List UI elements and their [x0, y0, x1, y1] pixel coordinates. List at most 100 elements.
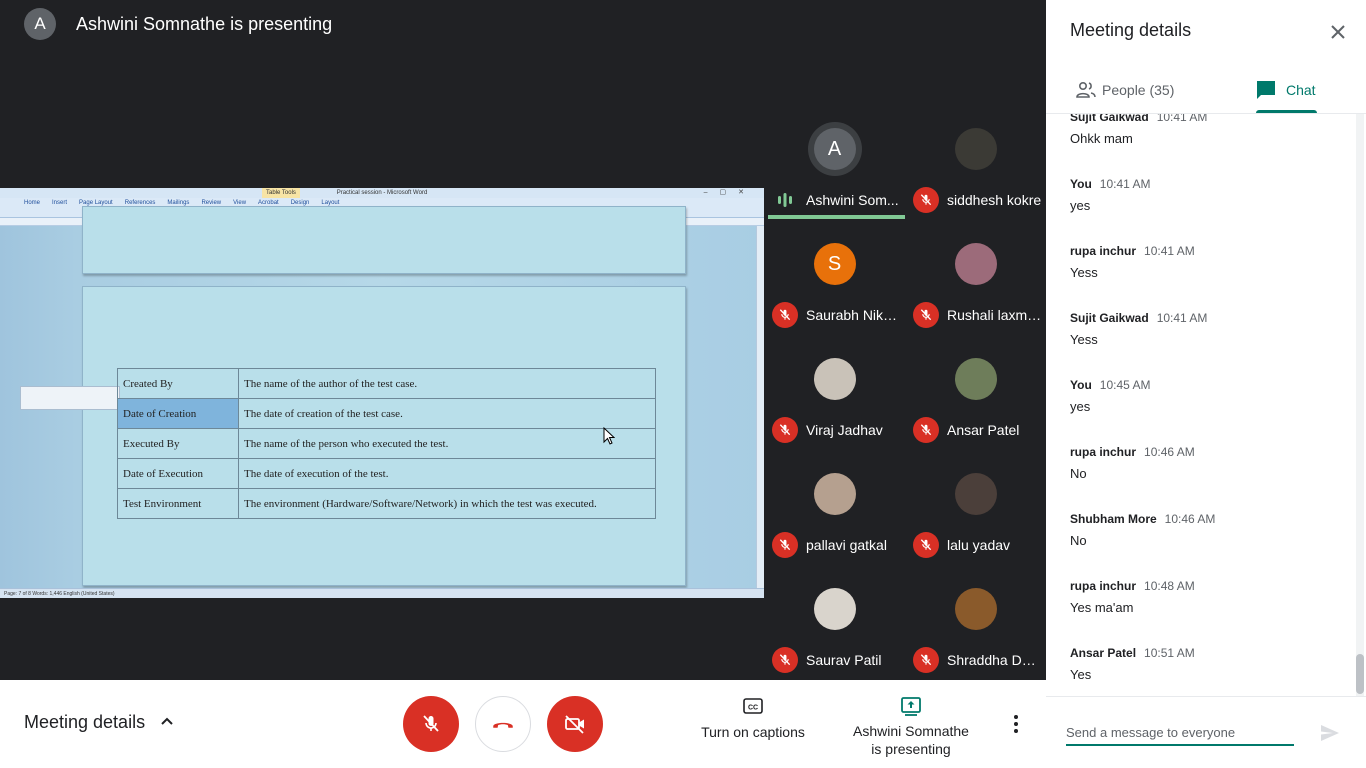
table-tools-label: Table Tools: [262, 188, 300, 198]
tab-chat[interactable]: Chat: [1254, 78, 1316, 102]
participant-name-row: Ansar Patel: [913, 417, 1042, 443]
mic-off-icon: [772, 647, 798, 673]
panel-title: Meeting details: [1070, 20, 1192, 40]
mic-off-icon: [913, 647, 939, 673]
participant-name-row: Saurabh Nikam: [772, 302, 901, 328]
document-table-row: Created By The name of the author of the …: [117, 368, 656, 399]
document-table-row: Executed By The name of the person who ex…: [117, 428, 656, 459]
microphone-toggle-button[interactable]: [403, 696, 459, 752]
send-message-button[interactable]: [1318, 722, 1342, 744]
chat-message: rupa inchur 10:46 AM No: [1070, 445, 1340, 481]
participant-tile[interactable]: Shraddha Doke: [905, 564, 1046, 679]
chat-scrollbar[interactable]: [1356, 114, 1364, 696]
participant-name: Saurav Patil: [806, 652, 882, 668]
participant-tile[interactable]: S Saurabh Nikam: [764, 219, 905, 334]
captions-label: Turn on captions: [701, 724, 805, 740]
participant-tile[interactable]: A Ashwini Som...: [764, 104, 905, 219]
participant-avatar: [954, 358, 997, 400]
participant-tile[interactable]: pallavi gatkal: [764, 449, 905, 564]
chat-sender: Sujit Gaikwad: [1070, 311, 1149, 325]
participant-name: Ansar Patel: [947, 422, 1020, 438]
mic-off-icon: [913, 417, 939, 443]
tab-people-label: People (35): [1102, 82, 1175, 98]
participant-name: Saurabh Nikam: [806, 307, 901, 323]
chat-sender: rupa inchur: [1070, 579, 1137, 593]
participant-name-row: siddhesh kokre: [913, 187, 1042, 213]
participant-name: lalu yadav: [947, 537, 1011, 553]
mini-format-toolbar: [20, 386, 120, 410]
document-table-row: Date of Creation The date of creation of …: [117, 398, 656, 429]
hang-up-icon: [493, 722, 513, 728]
ribbon-tab: Insert: [52, 200, 68, 206]
document-table-row: Test Environment The environment (Hardwar…: [117, 488, 656, 519]
word-status-bar: Page: 7 of 8 Words: 1,446 English (Unite…: [0, 588, 764, 598]
svg-text:CC: CC: [748, 705, 758, 712]
chat-timestamp: 10:48 AM: [1144, 579, 1195, 593]
presenting-button[interactable]: Ashwini Somnathe is presenting: [850, 694, 972, 758]
participant-tile[interactable]: Saurav Patil: [764, 564, 905, 679]
close-panel-button[interactable]: [1326, 20, 1350, 44]
mic-off-icon: [423, 715, 439, 732]
chat-message-input[interactable]: [1066, 720, 1294, 746]
camera-toggle-button[interactable]: [547, 696, 603, 752]
participant-avatar: [954, 473, 997, 515]
table-field-cell: Date of Creation: [117, 398, 239, 429]
participant-tile[interactable]: lalu yadav: [905, 449, 1046, 564]
chat-timestamp: 10:51 AM: [1144, 646, 1195, 660]
chat-message-text: Yess: [1070, 265, 1098, 280]
chat-message-text: yes: [1070, 399, 1091, 414]
chat-sender: rupa inchur: [1070, 445, 1137, 459]
meeting-details-toggle[interactable]: Meeting details: [24, 710, 179, 734]
word-window-title: Practical session - Microsoft Word: [336, 190, 428, 196]
meeting-details-label: Meeting details: [24, 711, 146, 732]
chat-message-text: No: [1070, 533, 1087, 548]
chat-message-header: Ansar Patel 10:51 AM: [1070, 646, 1340, 660]
captions-button[interactable]: CC Turn on captions: [698, 694, 808, 740]
scrollbar-thumb[interactable]: [1356, 654, 1364, 694]
camera-off-icon: [565, 715, 584, 734]
leave-call-button[interactable]: [475, 696, 531, 752]
chat-timestamp: 10:41 AM: [1099, 177, 1151, 191]
chat-message-text: Ohkk mam: [1070, 131, 1133, 146]
participant-name-row: pallavi gatkal: [772, 532, 901, 558]
participant-tile[interactable]: Rushali laxma...: [905, 219, 1046, 334]
chat-message-list: Sujit Gaikwad 10:41 AM Ohkk mam You 10:41 AM…: [1046, 114, 1366, 696]
document-page: [82, 206, 686, 274]
chat-timestamp: 10:41 AM: [1156, 114, 1208, 124]
participant-name: Viraj Jadhav: [806, 422, 883, 438]
table-description-cell: The date of execution of the test.: [238, 458, 656, 489]
chat-timestamp: 10:46 AM: [1164, 512, 1216, 526]
participant-tiles: A Ashwini Som... siddhesh kokre S Saurabh Ni…: [764, 104, 1046, 680]
chat-timestamp: 10:41 AM: [1156, 311, 1208, 325]
participant-name-row: Shraddha Doke: [913, 647, 1042, 673]
participant-tile[interactable]: siddhesh kokre: [905, 104, 1046, 219]
chat-message-text: yes: [1070, 198, 1091, 213]
chat-message: Shubham More 10:46 AM No: [1070, 512, 1340, 548]
participant-name: pallavi gatkal: [806, 537, 887, 553]
participant-name: siddhesh kokre: [947, 192, 1042, 208]
participant-name-row: Saurav Patil: [772, 647, 901, 673]
document-table-row: Date of Execution The date of execution o…: [117, 458, 656, 489]
participant-tile[interactable]: Ansar Patel: [905, 334, 1046, 449]
people-icon: [1076, 82, 1096, 98]
chat-sender: You: [1070, 378, 1092, 392]
presenter-label: Ashwini Somnathe is presenting: [76, 13, 333, 34]
more-options-button[interactable]: [1004, 712, 1028, 736]
chat-message-header: Sujit Gaikwad 10:41 AM: [1070, 114, 1340, 124]
chat-timestamp: 10:41 AM: [1144, 244, 1195, 258]
table-description-cell: The name of the person who executed the …: [238, 428, 656, 459]
document-table-body: Created By The name of the author of the …: [117, 368, 656, 519]
chat-message-header: You 10:45 AM: [1070, 378, 1340, 392]
mic-off-icon: [913, 302, 939, 328]
mic-off-icon: [772, 417, 798, 443]
chat-message-header: Shubham More 10:46 AM: [1070, 512, 1340, 526]
composer-divider: [1046, 696, 1366, 697]
chat-message: You 10:41 AM yes: [1070, 177, 1340, 213]
presenter-avatar: A: [24, 8, 56, 40]
bottom-control-bar: Meeting details CC Turn on captions Ashw…: [0, 680, 1046, 768]
participant-tile[interactable]: Viraj Jadhav: [764, 334, 905, 449]
speaking-indicator-icon: [772, 187, 798, 213]
participant-name: Ashwini Som...: [806, 192, 899, 208]
participant-avatar: [954, 243, 997, 285]
tab-people[interactable]: People (35): [1074, 78, 1174, 102]
